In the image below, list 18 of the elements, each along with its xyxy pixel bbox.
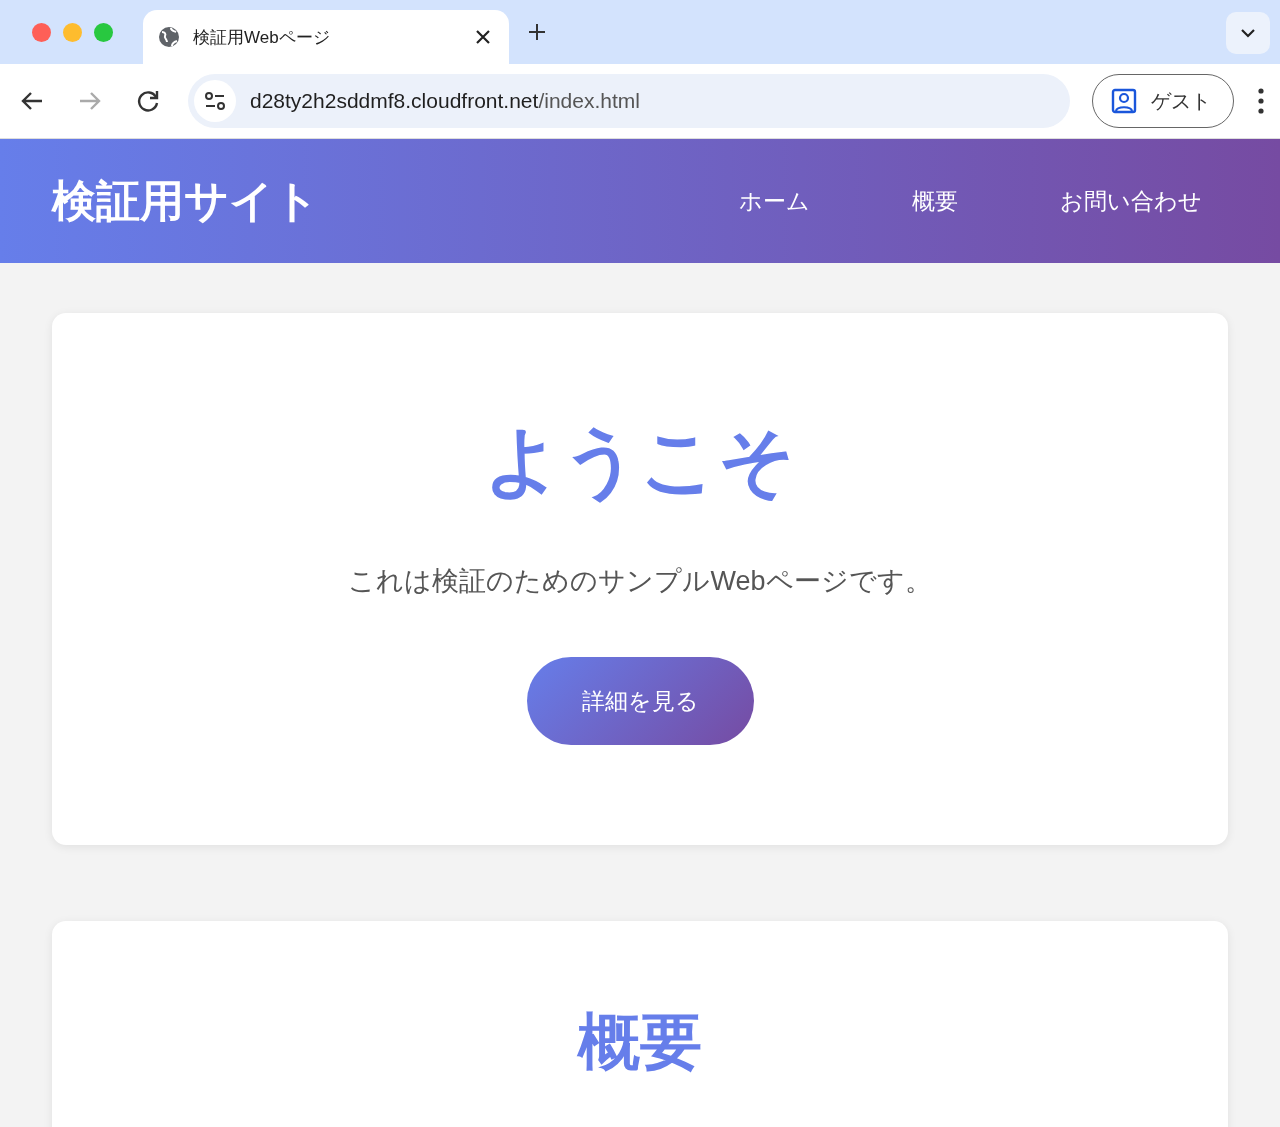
- nav-link[interactable]: お問い合わせ: [1060, 185, 1202, 217]
- profile-button[interactable]: ゲスト: [1092, 74, 1234, 128]
- chevron-down-icon: [1240, 28, 1256, 38]
- nav-link[interactable]: ホーム: [739, 185, 810, 217]
- new-tab-icon[interactable]: [527, 22, 547, 42]
- welcome-text: これは検証のためのサンプルWebページです。: [348, 565, 932, 598]
- details-button[interactable]: 詳細を見る: [526, 657, 754, 745]
- site-settings-icon[interactable]: [194, 80, 236, 122]
- person-icon: [1111, 88, 1137, 114]
- url-text: d28ty2h2sddmf8.cloudfront.net/index.html: [250, 89, 640, 113]
- address-bar[interactable]: d28ty2h2sddmf8.cloudfront.net/index.html: [188, 74, 1070, 128]
- about-heading: 概要: [578, 1011, 702, 1073]
- nav-link[interactable]: 概要: [912, 185, 958, 217]
- more-icon[interactable]: [1256, 87, 1266, 115]
- globe-icon: [157, 25, 181, 49]
- tab-search-button[interactable]: [1226, 12, 1270, 54]
- browser-tab[interactable]: 検証用Webページ: [143, 10, 509, 64]
- site-logo[interactable]: 検証用サイト: [52, 171, 739, 231]
